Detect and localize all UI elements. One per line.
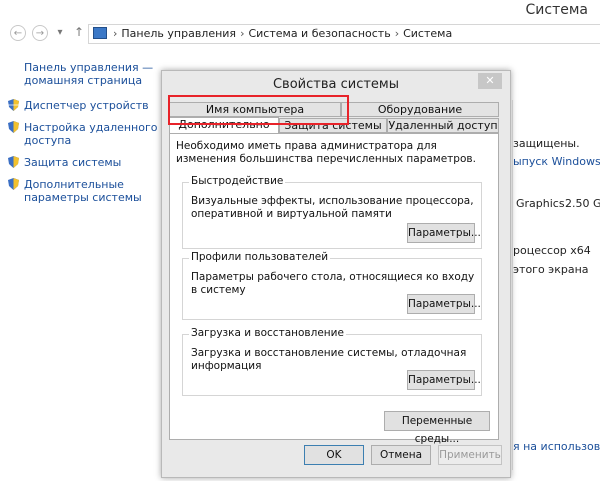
windows-edition-link[interactable]: ыпуск Windows: [513, 155, 600, 168]
nav-item-label: Защита системы: [24, 156, 122, 169]
tab-remote[interactable]: Удаленный доступ: [387, 118, 499, 133]
dialog-title: Свойства системы: [272, 77, 399, 92]
title-bar: Система: [0, 0, 600, 24]
performance-group: Быстродействие Визуальные эффекты, испол…: [182, 175, 482, 249]
close-button[interactable]: ✕: [478, 73, 502, 89]
nav-system-protection[interactable]: Защита системы: [8, 156, 158, 169]
apply-button[interactable]: Применить: [438, 445, 502, 465]
startup-recovery-group: Загрузка и восстановление Загрузка и вос…: [182, 327, 482, 396]
performance-settings-button[interactable]: Параметры...: [407, 223, 481, 243]
admin-notice: Необходимо иметь права администратора дл…: [176, 140, 476, 165]
protected-text: защищены.: [513, 137, 580, 150]
back-button[interactable]: ←: [10, 25, 26, 41]
license-link[interactable]: я на использовани: [513, 440, 600, 453]
crumb-security[interactable]: Система и безопасность: [248, 27, 390, 40]
nav-remote-settings[interactable]: Настройка удаленного доступа: [8, 121, 158, 147]
environment-variables-button[interactable]: Переменные среды...: [384, 411, 490, 445]
advanced-tab-panel: Необходимо иметь права администратора дл…: [169, 133, 499, 445]
cpu-speed-text: 2.50 GH: [565, 197, 600, 210]
group-title: Быстродействие: [189, 175, 286, 187]
nav-advanced-settings[interactable]: Дополнительные параметры системы: [8, 178, 158, 204]
chevron-right-icon: ›: [113, 27, 118, 40]
shield-icon: [8, 121, 19, 133]
group-title: Профили пользователей: [189, 251, 331, 263]
group-description: Визуальные эффекты, использование процес…: [191, 195, 474, 220]
left-nav: Панель управления — домашняя страница Ди…: [8, 61, 158, 204]
nav-device-manager[interactable]: Диспетчер устройств: [8, 99, 158, 112]
cancel-button[interactable]: Отмена: [371, 445, 431, 465]
breadcrumb: › Панель управления › Система и безопасност…: [109, 27, 452, 40]
control-panel-home-link[interactable]: Панель управления — домашняя страница: [8, 61, 158, 87]
system-properties-dialog: Свойства системы ✕ Имя компьютера Оборуд…: [161, 70, 511, 478]
crumb-control-panel[interactable]: Панель управления: [121, 27, 236, 40]
nav-item-label: Диспетчер устройств: [24, 99, 149, 112]
ok-button[interactable]: OK: [304, 445, 364, 465]
address-bar[interactable]: › Панель управления › Система и безопасност…: [88, 24, 600, 44]
graphics-text: Graphics: [516, 197, 565, 210]
crumb-system[interactable]: Система: [403, 27, 452, 40]
user-profiles-group: Профили пользователей Параметры рабочего…: [182, 251, 482, 320]
control-panel-icon: [93, 27, 107, 39]
cpu-type-text: роцессор x64: [513, 244, 591, 257]
group-title: Загрузка и восстановление: [189, 327, 346, 339]
highlight-box: [168, 95, 349, 125]
profiles-settings-button[interactable]: Параметры...: [407, 294, 481, 314]
up-button[interactable]: ↑: [74, 25, 84, 39]
chevron-right-icon: ›: [394, 27, 400, 40]
chevron-right-icon: ›: [240, 27, 245, 40]
screen-text: этого экрана: [513, 263, 589, 276]
nav-item-label: Настройка удаленного доступа: [24, 121, 158, 147]
forward-button[interactable]: →: [32, 25, 48, 41]
window-title: Система: [525, 2, 588, 18]
startup-settings-button[interactable]: Параметры...: [407, 370, 481, 390]
address-row: ← → ▾ ↑ › Панель управления › Система и без…: [0, 24, 600, 44]
shield-icon: [8, 178, 19, 190]
shield-icon: [8, 99, 19, 111]
shield-icon: [8, 156, 19, 168]
nav-item-label: Дополнительные параметры системы: [24, 178, 142, 204]
recent-dropdown-icon[interactable]: ▾: [52, 25, 68, 41]
tab-hardware[interactable]: Оборудование: [341, 102, 499, 117]
